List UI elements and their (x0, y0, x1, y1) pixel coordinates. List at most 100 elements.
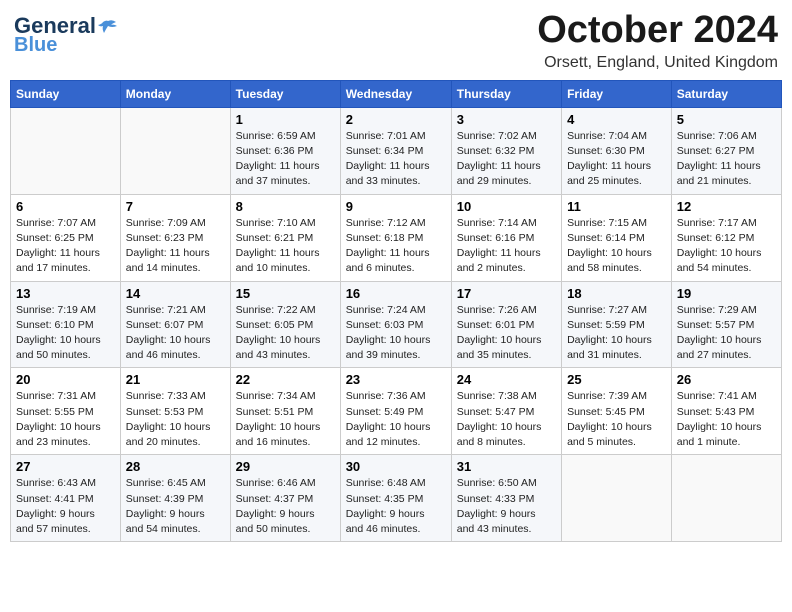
day-number: 17 (457, 286, 556, 301)
day-info: Sunrise: 6:48 AM Sunset: 4:35 PM Dayligh… (346, 476, 446, 537)
calendar-week-row: 13 Sunrise: 7:19 AM Sunset: 6:10 PM Dayli… (11, 281, 782, 368)
calendar-week-row: 27 Sunrise: 6:43 AM Sunset: 4:41 PM Dayli… (11, 455, 782, 542)
logo-subtext: Blue (14, 34, 57, 56)
day-info: Sunrise: 7:02 AM Sunset: 6:32 PM Dayligh… (457, 129, 556, 190)
day-info: Sunrise: 7:29 AM Sunset: 5:57 PM Dayligh… (677, 303, 776, 364)
day-info: Sunrise: 7:10 AM Sunset: 6:21 PM Dayligh… (236, 216, 335, 277)
day-info: Sunrise: 7:04 AM Sunset: 6:30 PM Dayligh… (567, 129, 666, 190)
day-info: Sunrise: 7:06 AM Sunset: 6:27 PM Dayligh… (677, 129, 776, 190)
calendar-cell: 14 Sunrise: 7:21 AM Sunset: 6:07 PM Dayli… (120, 281, 230, 368)
calendar-cell: 12Sunrise: 7:17 AM Sunset: 6:12 PM Dayli… (671, 194, 781, 281)
weekday-header: Tuesday (230, 80, 340, 107)
day-info: Sunrise: 7:41 AM Sunset: 5:43 PM Dayligh… (677, 389, 776, 450)
day-number: 18 (567, 286, 666, 301)
day-info: Sunrise: 7:15 AM Sunset: 6:14 PM Dayligh… (567, 216, 666, 277)
calendar-cell: 15 Sunrise: 7:22 AM Sunset: 6:05 PM Dayli… (230, 281, 340, 368)
day-number: 22 (236, 372, 335, 387)
day-number: 8 (236, 199, 335, 214)
weekday-header: Monday (120, 80, 230, 107)
day-number: 11 (567, 199, 666, 214)
day-number: 13 (16, 286, 115, 301)
title-section: October 2024 Orsett, England, United Kin… (537, 10, 778, 72)
calendar-header-row: SundayMondayTuesdayWednesdayThursdayFrid… (11, 80, 782, 107)
location: Orsett, England, United Kingdom (537, 54, 778, 72)
day-number: 5 (677, 112, 776, 127)
day-info: Sunrise: 6:46 AM Sunset: 4:37 PM Dayligh… (236, 476, 335, 537)
calendar-cell: 20 Sunrise: 7:31 AM Sunset: 5:55 PM Dayli… (11, 368, 121, 455)
day-info: Sunrise: 7:27 AM Sunset: 5:59 PM Dayligh… (567, 303, 666, 364)
day-number: 19 (677, 286, 776, 301)
calendar-cell: 8 Sunrise: 7:10 AM Sunset: 6:21 PM Daylig… (230, 194, 340, 281)
calendar-cell: 25 Sunrise: 7:39 AM Sunset: 5:45 PM Dayli… (562, 368, 672, 455)
calendar-cell: 26 Sunrise: 7:41 AM Sunset: 5:43 PM Dayli… (671, 368, 781, 455)
day-number: 28 (126, 459, 225, 474)
calendar-cell: 11 Sunrise: 7:15 AM Sunset: 6:14 PM Dayli… (562, 194, 672, 281)
day-number: 3 (457, 112, 556, 127)
calendar-cell: 19 Sunrise: 7:29 AM Sunset: 5:57 PM Dayli… (671, 281, 781, 368)
calendar-cell (671, 455, 781, 542)
calendar-cell (562, 455, 672, 542)
day-number: 2 (346, 112, 446, 127)
day-info: Sunrise: 6:45 AM Sunset: 4:39 PM Dayligh… (126, 476, 225, 537)
weekday-header: Saturday (671, 80, 781, 107)
day-number: 15 (236, 286, 335, 301)
bird-icon (98, 19, 118, 35)
day-number: 1 (236, 112, 335, 127)
weekday-header: Thursday (451, 80, 561, 107)
logo: General Blue (14, 14, 118, 56)
day-number: 20 (16, 372, 115, 387)
calendar-cell: 5 Sunrise: 7:06 AM Sunset: 6:27 PM Daylig… (671, 107, 781, 194)
month-title: October 2024 (537, 10, 778, 52)
day-number: 30 (346, 459, 446, 474)
day-number: 25 (567, 372, 666, 387)
day-info: Sunrise: 7:09 AM Sunset: 6:23 PM Dayligh… (126, 216, 225, 277)
calendar-table: SundayMondayTuesdayWednesdayThursdayFrid… (10, 80, 782, 542)
calendar-cell: 7Sunrise: 7:09 AM Sunset: 6:23 PM Daylig… (120, 194, 230, 281)
calendar-cell: 23Sunrise: 7:36 AM Sunset: 5:49 PM Dayli… (340, 368, 451, 455)
day-info: Sunrise: 6:59 AM Sunset: 6:36 PM Dayligh… (236, 129, 335, 190)
calendar-cell: 27 Sunrise: 6:43 AM Sunset: 4:41 PM Dayli… (11, 455, 121, 542)
page-header: General Blue October 2024 Orsett, Englan… (10, 10, 782, 72)
calendar-cell: 30 Sunrise: 6:48 AM Sunset: 4:35 PM Dayli… (340, 455, 451, 542)
day-info: Sunrise: 7:14 AM Sunset: 6:16 PM Dayligh… (457, 216, 556, 277)
day-info: Sunrise: 6:43 AM Sunset: 4:41 PM Dayligh… (16, 476, 115, 537)
day-number: 31 (457, 459, 556, 474)
day-info: Sunrise: 7:36 AM Sunset: 5:49 PM Dayligh… (346, 389, 446, 450)
day-info: Sunrise: 7:24 AM Sunset: 6:03 PM Dayligh… (346, 303, 446, 364)
day-number: 16 (346, 286, 446, 301)
weekday-header: Wednesday (340, 80, 451, 107)
calendar-cell: 24 Sunrise: 7:38 AM Sunset: 5:47 PM Dayli… (451, 368, 561, 455)
day-number: 27 (16, 459, 115, 474)
calendar-cell: 1 Sunrise: 6:59 AM Sunset: 6:36 PM Daylig… (230, 107, 340, 194)
day-number: 14 (126, 286, 225, 301)
day-info: Sunrise: 7:34 AM Sunset: 5:51 PM Dayligh… (236, 389, 335, 450)
calendar-cell: 3 Sunrise: 7:02 AM Sunset: 6:32 PM Daylig… (451, 107, 561, 194)
day-info: Sunrise: 7:33 AM Sunset: 5:53 PM Dayligh… (126, 389, 225, 450)
calendar-cell: 22 Sunrise: 7:34 AM Sunset: 5:51 PM Dayli… (230, 368, 340, 455)
weekday-header: Sunday (11, 80, 121, 107)
day-info: Sunrise: 7:12 AM Sunset: 6:18 PM Dayligh… (346, 216, 446, 277)
day-info: Sunrise: 7:01 AM Sunset: 6:34 PM Dayligh… (346, 129, 446, 190)
day-info: Sunrise: 7:39 AM Sunset: 5:45 PM Dayligh… (567, 389, 666, 450)
calendar-cell (11, 107, 121, 194)
calendar-cell (120, 107, 230, 194)
day-info: Sunrise: 7:21 AM Sunset: 6:07 PM Dayligh… (126, 303, 225, 364)
day-info: Sunrise: 7:38 AM Sunset: 5:47 PM Dayligh… (457, 389, 556, 450)
weekday-header: Friday (562, 80, 672, 107)
day-number: 26 (677, 372, 776, 387)
day-info: Sunrise: 7:31 AM Sunset: 5:55 PM Dayligh… (16, 389, 115, 450)
day-info: Sunrise: 7:19 AM Sunset: 6:10 PM Dayligh… (16, 303, 115, 364)
calendar-cell: 16 Sunrise: 7:24 AM Sunset: 6:03 PM Dayli… (340, 281, 451, 368)
calendar-cell: 6Sunrise: 7:07 AM Sunset: 6:25 PM Daylig… (11, 194, 121, 281)
calendar-cell: 29 Sunrise: 6:46 AM Sunset: 4:37 PM Dayli… (230, 455, 340, 542)
calendar-cell: 13 Sunrise: 7:19 AM Sunset: 6:10 PM Dayli… (11, 281, 121, 368)
calendar-cell: 28 Sunrise: 6:45 AM Sunset: 4:39 PM Dayli… (120, 455, 230, 542)
day-info: Sunrise: 7:26 AM Sunset: 6:01 PM Dayligh… (457, 303, 556, 364)
day-number: 29 (236, 459, 335, 474)
day-number: 24 (457, 372, 556, 387)
day-info: Sunrise: 7:17 AM Sunset: 6:12 PM Dayligh… (677, 216, 776, 277)
day-info: Sunrise: 7:22 AM Sunset: 6:05 PM Dayligh… (236, 303, 335, 364)
calendar-week-row: 1 Sunrise: 6:59 AM Sunset: 6:36 PM Daylig… (11, 107, 782, 194)
day-number: 10 (457, 199, 556, 214)
calendar-cell: 9Sunrise: 7:12 AM Sunset: 6:18 PM Daylig… (340, 194, 451, 281)
